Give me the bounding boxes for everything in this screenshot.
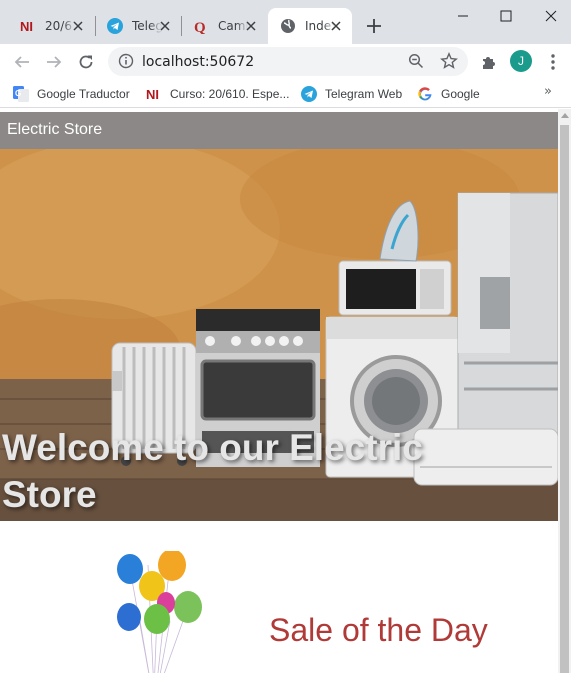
tab-resize[interactable]: Q Cambiar tamaño bbox=[181, 8, 267, 44]
sale-section: Sale of the Day bbox=[0, 521, 558, 673]
globe-icon bbox=[280, 18, 296, 34]
google-translate-icon: G bbox=[13, 86, 29, 102]
url-text[interactable]: localhost:50672 bbox=[142, 54, 254, 70]
bookmarks-overflow-button[interactable]: » bbox=[544, 84, 552, 99]
page-scrollbar[interactable] bbox=[558, 109, 571, 673]
close-icon[interactable] bbox=[328, 18, 344, 34]
extensions-button[interactable] bbox=[479, 52, 499, 72]
bookmarks-bar: G Google Traductor NI Curso: 20/610. Esp… bbox=[0, 80, 571, 108]
svg-text:Q: Q bbox=[194, 20, 206, 34]
bookmark-label: Google Traductor bbox=[37, 87, 130, 101]
q-icon: Q bbox=[193, 18, 209, 34]
tab-index[interactable]: Index bbox=[268, 8, 352, 44]
ni-icon: NI bbox=[20, 18, 36, 34]
reload-button[interactable] bbox=[74, 50, 98, 74]
puzzle-icon bbox=[483, 57, 495, 69]
close-icon[interactable] bbox=[243, 18, 259, 34]
scrollbar-thumb[interactable] bbox=[560, 125, 569, 673]
star-icon[interactable] bbox=[440, 52, 458, 70]
reload-icon bbox=[79, 55, 93, 69]
bookmark-label: Curso: 20/610. Espe... bbox=[170, 87, 290, 101]
svg-text:G: G bbox=[15, 89, 21, 98]
menu-button[interactable] bbox=[543, 52, 563, 72]
back-button[interactable] bbox=[10, 50, 34, 74]
plus-icon bbox=[367, 19, 381, 33]
minimize-button[interactable] bbox=[450, 4, 476, 28]
close-icon[interactable] bbox=[157, 18, 173, 34]
avatar[interactable]: J bbox=[510, 50, 532, 72]
tab-telegram[interactable]: Telegram Web bbox=[95, 8, 181, 44]
sale-heading: Sale of the Day bbox=[269, 612, 488, 648]
site-brand[interactable]: Electric Store bbox=[7, 121, 102, 139]
bookmark-google-translate[interactable]: G Google Traductor bbox=[13, 85, 130, 103]
arrow-right-icon bbox=[47, 56, 62, 68]
ni-icon: NI bbox=[146, 86, 162, 102]
more-vert-icon bbox=[551, 54, 555, 70]
zoom-icon[interactable] bbox=[408, 53, 424, 69]
browser-toolbar: localhost:50672 J bbox=[0, 44, 571, 80]
tab-course[interactable]: NI 20/610. Especialización en Desarrollo… bbox=[8, 8, 94, 44]
new-tab-button[interactable] bbox=[364, 16, 384, 36]
refrigerator bbox=[457, 192, 558, 454]
bookmark-course[interactable]: NI Curso: 20/610. Espe... bbox=[146, 85, 289, 103]
svg-text:NI: NI bbox=[146, 87, 159, 102]
tab-strip: NI 20/610. Especialización en Desarrollo… bbox=[0, 0, 571, 44]
address-bar[interactable]: localhost:50672 bbox=[108, 47, 468, 76]
bookmark-label: Telegram Web bbox=[325, 87, 403, 101]
telegram-icon bbox=[301, 86, 317, 102]
site-header: Electric Store bbox=[0, 112, 558, 149]
maximize-button[interactable] bbox=[493, 4, 519, 28]
hero-banner: Welcome to our Electric Store bbox=[0, 149, 558, 521]
page-viewport: Electric Store Welcome to our Electric S… bbox=[0, 109, 558, 673]
window-close-button[interactable] bbox=[538, 4, 564, 28]
maximize-icon bbox=[500, 10, 512, 22]
arrow-left-icon bbox=[14, 56, 29, 68]
scroll-up-icon[interactable] bbox=[561, 113, 569, 118]
google-g-icon bbox=[417, 86, 433, 102]
bookmark-label: Google bbox=[441, 87, 480, 101]
telegram-icon bbox=[107, 18, 123, 34]
close-icon bbox=[545, 10, 557, 22]
hero-title: Welcome to our Electric Store bbox=[2, 427, 423, 515]
forward-button[interactable] bbox=[42, 50, 66, 74]
svg-text:NI: NI bbox=[20, 19, 33, 34]
balloons-image bbox=[117, 551, 202, 673]
info-icon[interactable] bbox=[118, 53, 134, 69]
minimize-icon bbox=[458, 15, 468, 17]
close-icon[interactable] bbox=[70, 18, 86, 34]
microwave bbox=[338, 260, 452, 316]
bookmark-telegram[interactable]: Telegram Web bbox=[301, 85, 402, 103]
bookmark-google[interactable]: Google bbox=[417, 85, 480, 103]
